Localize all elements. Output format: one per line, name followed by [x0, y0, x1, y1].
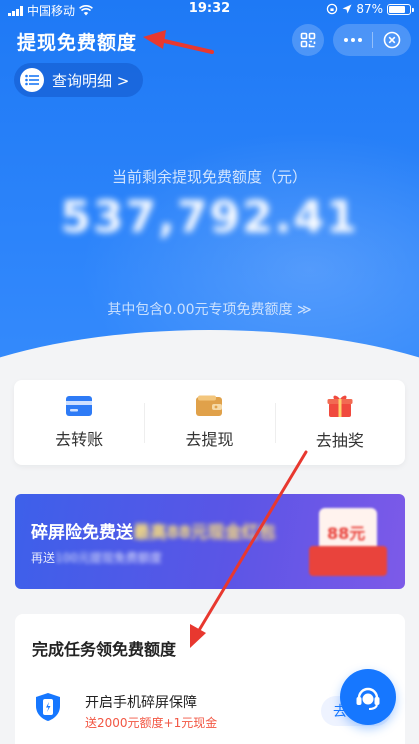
withdraw-label: 去提现 [185, 430, 234, 449]
banner-subtitle-blurred: 100元提现免费额度 [55, 551, 162, 565]
scan-button[interactable] [292, 24, 324, 56]
more-button[interactable] [333, 24, 372, 56]
scan-icon [300, 32, 316, 48]
red-envelope-illustration: 88元 [309, 508, 387, 576]
task-reward: 送2000元额度+1元现金 [85, 716, 218, 730]
lottery-label: 去抽奖 [315, 431, 364, 450]
withdraw-action[interactable]: 去提现 [144, 393, 274, 453]
battery-icon [387, 3, 414, 15]
close-button[interactable] [373, 24, 411, 56]
transfer-label: 去转账 [55, 430, 104, 449]
customer-service-button[interactable] [340, 669, 396, 725]
banner-subtitle: 再送100元提现免费额度 [31, 549, 162, 566]
list-icon [20, 68, 44, 92]
action-card: 去转账 去提现 去抽奖 [14, 380, 405, 465]
mini-program-capsule [333, 24, 411, 56]
shield-icon [36, 693, 60, 721]
hero-glow [60, 120, 419, 420]
banner-title-prefix: 碎屏险免费送 [31, 523, 133, 543]
banner-badge: 88元 [327, 524, 366, 543]
battery-percent: 87% [356, 2, 383, 16]
banner-title-blurred: 最高88元现金红包 [133, 523, 276, 543]
status-bar: 中国移动 19:32 87% [0, 0, 419, 18]
query-details-button[interactable]: 查询明细 > [14, 63, 144, 97]
lottery-action[interactable]: 去抽奖 [274, 393, 405, 453]
banner-subtitle-prefix: 再送 [31, 551, 56, 565]
headset-icon [356, 687, 380, 710]
query-details-label: 查询明细 > [52, 71, 130, 90]
wallet-icon [196, 395, 223, 416]
transfer-action[interactable]: 去转账 [14, 393, 144, 453]
quota-label: 当前剩余提现免费额度（元） [111, 168, 307, 186]
close-icon [383, 31, 401, 49]
gift-icon [327, 395, 353, 417]
promo-banner[interactable]: 碎屏险免费送最高88元现金红包 再送100元提现免费额度 88元 [15, 494, 405, 589]
special-quota-link[interactable]: 其中包含0.00元专项免费额度 ≫ [0, 299, 419, 319]
location-icon [342, 4, 352, 14]
page-title: 提现免费额度 [17, 32, 138, 54]
quota-amount: 537,792.41 [60, 192, 359, 243]
status-right: 87% [326, 2, 414, 16]
task-heading: 完成任务领免费额度 [32, 640, 177, 659]
orientation-lock-icon [327, 3, 338, 15]
task-name: 开启手机碎屏保障 [85, 695, 197, 711]
card-icon [66, 396, 93, 416]
banner-title: 碎屏险免费送最高88元现金红包 [31, 518, 276, 543]
